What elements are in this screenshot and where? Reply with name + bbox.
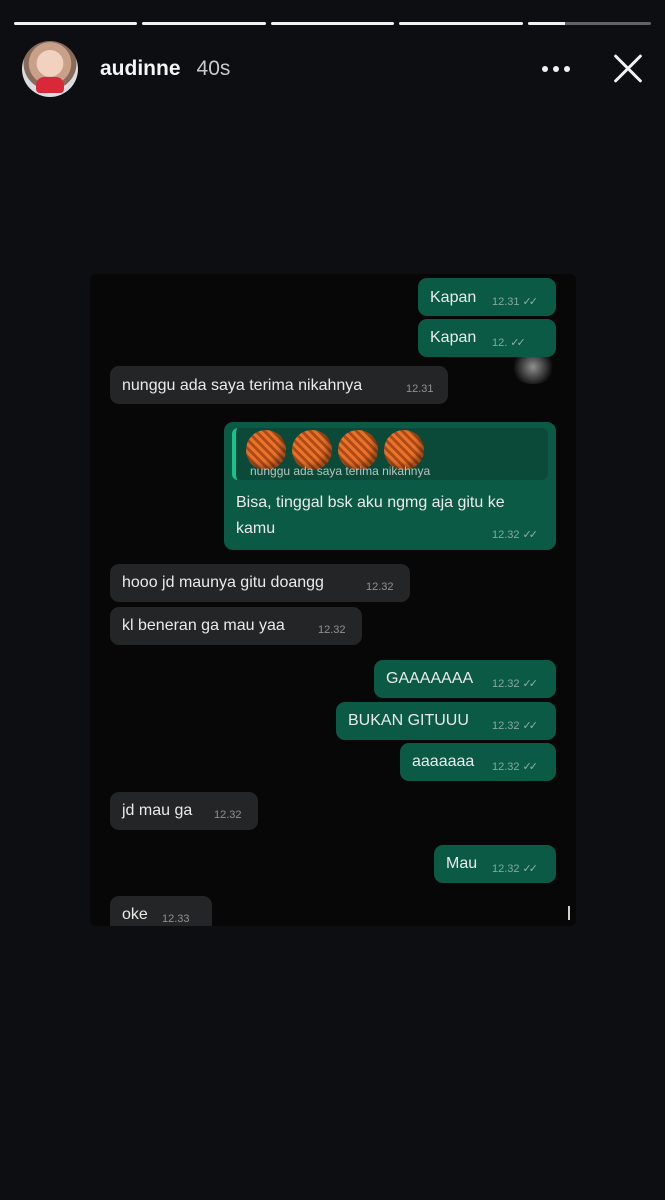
message-time: 12.32 ✓✓: [492, 678, 539, 690]
outgoing-message: Kapan 12.31 ✓✓: [418, 278, 556, 316]
progress-bar: [270, 22, 395, 25]
message-time: 12.31 ✓✓: [492, 296, 539, 308]
read-receipt-icon: ✓✓: [522, 529, 539, 541]
outgoing-message: Mau 12.32 ✓✓: [434, 845, 556, 883]
message-text: Kapan: [430, 329, 477, 346]
read-receipt-icon: ✓✓: [522, 863, 539, 875]
incoming-message: oke 12.33: [110, 896, 212, 926]
outgoing-message: BUKAN GITUUU 12.32 ✓✓: [336, 702, 556, 740]
message-text: kamu: [236, 520, 276, 537]
story-progress-bars: [14, 22, 652, 25]
message-time: 12.32 ✓✓: [492, 761, 539, 773]
message-time: 12.31: [406, 383, 434, 395]
message-time: 12.32 ✓✓: [492, 529, 539, 541]
progress-fill: [14, 22, 138, 25]
read-receipt-icon: ✓✓: [522, 761, 539, 773]
read-receipt-icon: ✓✓: [522, 720, 539, 732]
quoted-text: nunggu ada saya terima nikahnya: [250, 464, 431, 478]
outgoing-message: GAAAAAAA 12.32 ✓✓: [374, 660, 556, 698]
progress-fill: [142, 22, 266, 25]
quoted-reply: nunggu ada saya terima nikahnya: [232, 428, 548, 480]
outgoing-message: aaaaaaa 12.32 ✓✓: [400, 743, 556, 781]
time-ago: 40s: [196, 57, 231, 80]
incoming-message: hooo jd maunya gitu doangg 12.32: [110, 564, 410, 602]
read-receipt-icon: ✓✓: [522, 678, 539, 690]
message-time: 12.32: [214, 809, 242, 821]
story-viewer: audinne 40s Kapan 12.31 ✓✓ Kapan 12. ✓✓ nunggu…: [0, 0, 665, 1200]
scroll-indicator: [568, 906, 570, 920]
message-time: 12.32 ✓✓: [492, 863, 539, 875]
message-text: nunggu ada saya terima nikahnya: [122, 377, 363, 394]
progress-fill: [399, 22, 523, 25]
message-time: 12.32: [318, 624, 346, 636]
avatar[interactable]: [22, 41, 78, 97]
incoming-message: jd mau ga 12.32: [110, 792, 258, 830]
progress-bar: [142, 22, 266, 25]
outgoing-message: Kapan 12. ✓✓: [418, 319, 556, 357]
message-time: 12.32 ✓✓: [492, 720, 539, 732]
read-receipt-icon: ✓✓: [522, 296, 539, 308]
more-horizontal-icon: [542, 66, 570, 72]
progress-fill: [270, 22, 395, 25]
close-icon[interactable]: [607, 49, 647, 89]
message-text: Bisa, tinggal bsk aku ngmg aja gitu ke: [236, 494, 505, 511]
message-time: 12.33: [162, 913, 190, 925]
message-text: aaaaaaa: [412, 753, 475, 770]
message-text: Mau: [446, 855, 478, 872]
progress-bar: [527, 22, 652, 25]
message-text: kl beneran ga mau yaa: [122, 617, 285, 634]
progress-bar: [14, 22, 138, 25]
message-text: hooo jd maunya gitu doangg: [122, 574, 324, 591]
avatar-scarf: [36, 77, 64, 93]
incoming-message: kl beneran ga mau yaa 12.32: [110, 607, 362, 645]
outgoing-message: nunggu ada saya terima nikahnya Bisa, tin…: [224, 422, 556, 550]
message-time: 12.32: [366, 581, 394, 593]
message-text: BUKAN GITUUU: [348, 712, 469, 729]
message-text: jd mau ga: [122, 802, 193, 819]
message-text: Kapan: [430, 289, 477, 306]
chat-screenshot: Kapan 12.31 ✓✓ Kapan 12. ✓✓ nunggu ada saya te…: [90, 274, 576, 926]
message-time: 12. ✓✓: [492, 337, 526, 349]
message-text: GAAAAAAA: [386, 670, 474, 687]
message-text: oke: [122, 906, 148, 923]
incoming-message: nunggu ada saya terima nikahnya 12.31: [110, 366, 448, 404]
username[interactable]: audinne: [100, 57, 181, 81]
progress-fill: [527, 22, 565, 25]
progress-bar: [399, 22, 523, 25]
more-options-button[interactable]: [539, 52, 573, 86]
read-receipt-icon: ✓✓: [510, 337, 526, 349]
story-header: audinne 40s: [22, 40, 647, 98]
